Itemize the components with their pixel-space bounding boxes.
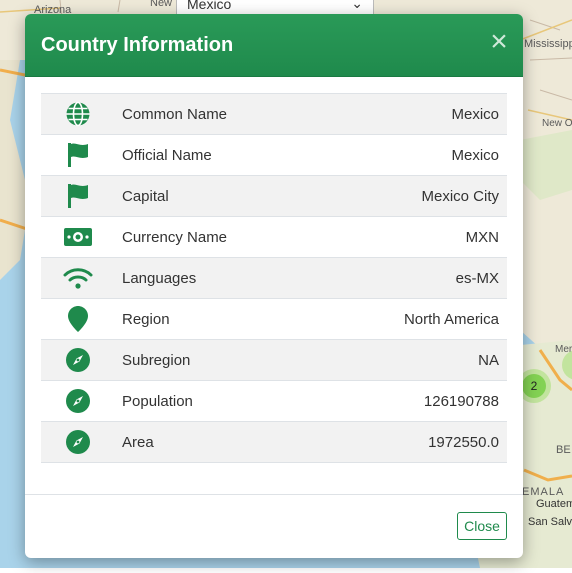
table-row: Capital Mexico City [41, 175, 507, 217]
compass-icon [41, 380, 114, 422]
row-label: Capital [114, 175, 320, 217]
table-row: Population 126190788 [41, 380, 507, 422]
country-select-value: Mexico [187, 0, 232, 12]
modal-title: Country Information [41, 34, 234, 56]
table-row: Subregion NA [41, 339, 507, 381]
map-label-san-salvador: San Salv [528, 516, 572, 528]
table-row: Languages es-MX [41, 257, 507, 299]
row-value: North America [319, 298, 507, 340]
country-info-table: Common Name Mexico Official Name Mexico … [41, 93, 507, 463]
row-value: Mexico [319, 134, 507, 176]
row-label: Common Name [114, 93, 320, 135]
money-bill-icon [41, 216, 114, 258]
row-value: Mexico City [319, 175, 507, 217]
row-label: Subregion [114, 339, 320, 381]
table-row: Region North America [41, 298, 507, 340]
row-label: Area [114, 421, 320, 463]
map-label-guatemala-city: Guatemal [536, 498, 572, 510]
row-label: Languages [114, 257, 320, 299]
map-label-belize: BE [556, 444, 571, 456]
row-value: Mexico [319, 93, 507, 135]
modal-footer: Close [25, 494, 523, 558]
flag-icon [41, 134, 114, 176]
marker-cluster-count[interactable]: 2 [522, 374, 546, 398]
flag-icon [41, 175, 114, 217]
map-marker-icon [41, 298, 114, 340]
row-value: 1972550.0 [319, 421, 507, 463]
table-row: Area 1972550.0 [41, 421, 507, 463]
row-value: NA [319, 339, 507, 381]
map-label-new: New [150, 0, 173, 9]
row-value: 126190788 [319, 380, 507, 422]
row-label: Region [114, 298, 320, 340]
chevron-down-icon: ⌄ [351, 0, 363, 11]
close-button[interactable]: Close [457, 512, 507, 540]
globe-icon [41, 93, 114, 135]
map-label-mississippi: Mississippi [524, 38, 572, 50]
row-value: es-MX [319, 257, 507, 299]
map-label-new-orleans: New O [542, 118, 572, 129]
map-label-guatemala-country: EMALA [522, 486, 565, 498]
compass-icon [41, 421, 114, 463]
compass-icon [41, 339, 114, 381]
table-row: Currency Name MXN [41, 216, 507, 258]
row-label: Population [114, 380, 320, 422]
country-info-modal: Country Information × Common Name Mexico… [25, 14, 523, 558]
row-label: Official Name [114, 134, 320, 176]
close-icon[interactable]: × [487, 27, 511, 57]
row-label: Currency Name [114, 216, 320, 258]
table-row: Official Name Mexico [41, 134, 507, 176]
row-value: MXN [319, 216, 507, 258]
modal-header: Country Information × [25, 14, 523, 77]
table-row: Common Name Mexico [41, 93, 507, 135]
wifi-icon [41, 257, 114, 299]
